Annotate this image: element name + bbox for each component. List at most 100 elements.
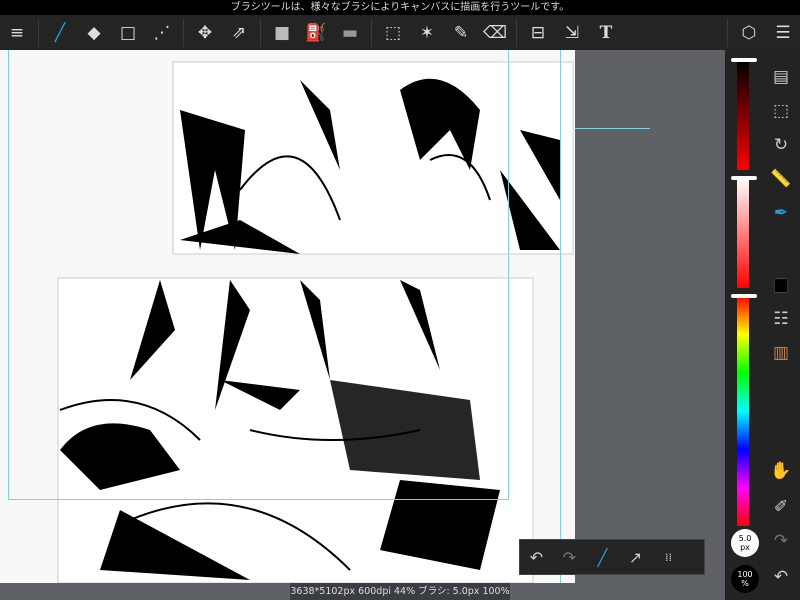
brush-size-value: 5.0	[738, 534, 752, 543]
pages-icon: ▤	[772, 67, 790, 87]
color-mixer-icon: ▥	[772, 343, 790, 363]
hand-icon: ✋	[770, 461, 792, 481]
fill-color-button[interactable]: ■	[265, 15, 299, 50]
divider	[38, 18, 39, 47]
ruler-icon: 📏	[770, 169, 792, 189]
guide-line	[8, 50, 9, 500]
divider	[516, 18, 517, 47]
eyedropper-button[interactable]: ✐	[765, 492, 797, 522]
select-tool-button[interactable]: ⬚	[376, 15, 410, 50]
status-message: ブラシツールは、様々なブラシによりキャンバスに描画を行うツールです。	[0, 0, 800, 15]
quick-undo-button[interactable]: ↶	[520, 539, 553, 575]
shape-tool-button[interactable]: □	[111, 15, 145, 50]
move-tool-button[interactable]: ✥	[188, 15, 222, 50]
selection-list-button[interactable]: ⬚	[765, 96, 797, 126]
operation-icon: ⇲	[564, 22, 580, 43]
materials-icon: ⬡	[741, 22, 757, 43]
rotate-button[interactable]: ↻	[765, 130, 797, 160]
select-pen-icon: ✎	[453, 22, 469, 43]
text-tool-button[interactable]: T	[589, 15, 623, 50]
operation-tool-button[interactable]: ⇲	[555, 15, 589, 50]
text-icon: T	[599, 22, 613, 43]
select-eraser-button[interactable]: ⌫	[478, 15, 512, 50]
gradient-icon: ▬	[341, 22, 359, 43]
guide-line	[8, 499, 508, 500]
move-icon: ✥	[197, 22, 213, 43]
gradient-tool-button[interactable]: ▬	[333, 15, 367, 50]
guide-line	[508, 50, 509, 500]
snap-icon: ↗	[628, 547, 643, 567]
eyedropper-icon: ✐	[773, 497, 789, 517]
palette-list-icon: ☷	[773, 309, 789, 329]
opacity-value: 100	[737, 570, 753, 579]
color-swatch-button[interactable]: ■	[765, 270, 797, 300]
divider	[371, 18, 372, 47]
magic-wand-button[interactable]: ✶	[410, 15, 444, 50]
pen-active-icon: ✒	[773, 203, 789, 223]
canvas-info-bar: 3638*5102px 600dpi 44% ブラシ: 5.0px 100%	[290, 583, 510, 600]
rotate-icon: ↻	[773, 135, 789, 155]
right-panel: ▤ ⬚ ↻ 📏 ✒ ■ ☷ ▥ ✋ ✐ ↷ ↶	[725, 50, 800, 600]
palette-list-button[interactable]: ☷	[765, 304, 797, 334]
brush-icon: ╱	[54, 22, 66, 43]
bucket-tool-button[interactable]: ⛽	[299, 15, 333, 50]
toolbar: ≡ ╱ ◆ □ ⋰ ✥ ⇗ ■ ⛽ ▬ ⬚ ✶ ✎ ⌫ ⊟ ⇲ T ⬡ ☰	[0, 15, 800, 50]
hue-slider[interactable]	[737, 296, 749, 526]
curve-tool-button[interactable]: ⋰	[145, 15, 179, 50]
redo-icon: ↷	[773, 531, 789, 551]
brush-tool-button[interactable]: ╱	[43, 15, 77, 50]
redo-icon: ↷	[562, 547, 577, 567]
grid-menu-button[interactable]: ⁞⁞	[652, 539, 685, 575]
shape-icon: □	[119, 22, 137, 43]
color-swatch-icon: ■	[772, 275, 790, 295]
drawing-canvas[interactable]	[0, 50, 725, 583]
pages-button[interactable]: ▤	[765, 62, 797, 92]
layers-button[interactable]: ☰	[766, 15, 800, 50]
brightness-slider[interactable]	[737, 60, 749, 170]
quick-toolbar: ↶ ↷ ╱ ↗ ⁞⁞	[519, 539, 705, 575]
redo-button[interactable]: ↷	[765, 526, 797, 556]
saturation-slider[interactable]	[737, 178, 749, 288]
divider	[260, 18, 261, 47]
color-mixer-button[interactable]: ▥	[765, 338, 797, 368]
materials-button[interactable]: ⬡	[732, 15, 766, 50]
saturation-knob[interactable]	[731, 176, 757, 180]
select-pen-button[interactable]: ✎	[444, 15, 478, 50]
eraser-tool-button[interactable]: ◆	[77, 15, 111, 50]
guide-line	[575, 128, 650, 129]
undo-icon: ↶	[529, 547, 544, 567]
ruler-button[interactable]: 📏	[765, 164, 797, 194]
undo-button[interactable]: ↶	[765, 562, 797, 592]
quick-redo-button[interactable]: ↷	[553, 539, 586, 575]
opacity-button[interactable]: 100 %	[731, 565, 759, 593]
frame-divide-icon: ⊟	[530, 22, 546, 43]
guide-line	[560, 50, 561, 583]
brush-eraser-toggle-icon: ╱	[597, 547, 608, 567]
undo-icon: ↶	[773, 567, 789, 587]
pen-pressure-button[interactable]: ✒	[765, 198, 797, 228]
bucket-icon: ⛽	[305, 22, 327, 43]
brush-size-button[interactable]: 5.0 px	[731, 529, 759, 557]
hand-tool-button[interactable]: ✋	[765, 456, 797, 486]
layers-icon: ☰	[775, 22, 791, 43]
fill-color-icon: ■	[273, 22, 291, 43]
select-icon: ⬚	[384, 22, 402, 43]
menu-button[interactable]: ≡	[0, 15, 34, 50]
grid-icon: ⁞⁞	[665, 550, 672, 564]
transform-tool-button[interactable]: ⇗	[222, 15, 256, 50]
transform-icon: ⇗	[231, 22, 247, 43]
selection-list-icon: ⬚	[772, 101, 790, 121]
hue-knob[interactable]	[731, 294, 757, 298]
magic-wand-icon: ✶	[419, 22, 435, 43]
opacity-unit: %	[741, 579, 749, 588]
brush-size-unit: px	[740, 543, 750, 552]
artwork	[57, 61, 574, 583]
curve-icon: ⋰	[153, 22, 171, 43]
divider	[727, 18, 728, 47]
select-eraser-icon: ⌫	[482, 22, 508, 43]
frame-divide-button[interactable]: ⊟	[521, 15, 555, 50]
brightness-knob[interactable]	[731, 58, 757, 62]
brush-eraser-toggle-button[interactable]: ╱	[586, 539, 619, 575]
snap-button[interactable]: ↗	[619, 539, 652, 575]
menu-icon: ≡	[9, 22, 25, 43]
